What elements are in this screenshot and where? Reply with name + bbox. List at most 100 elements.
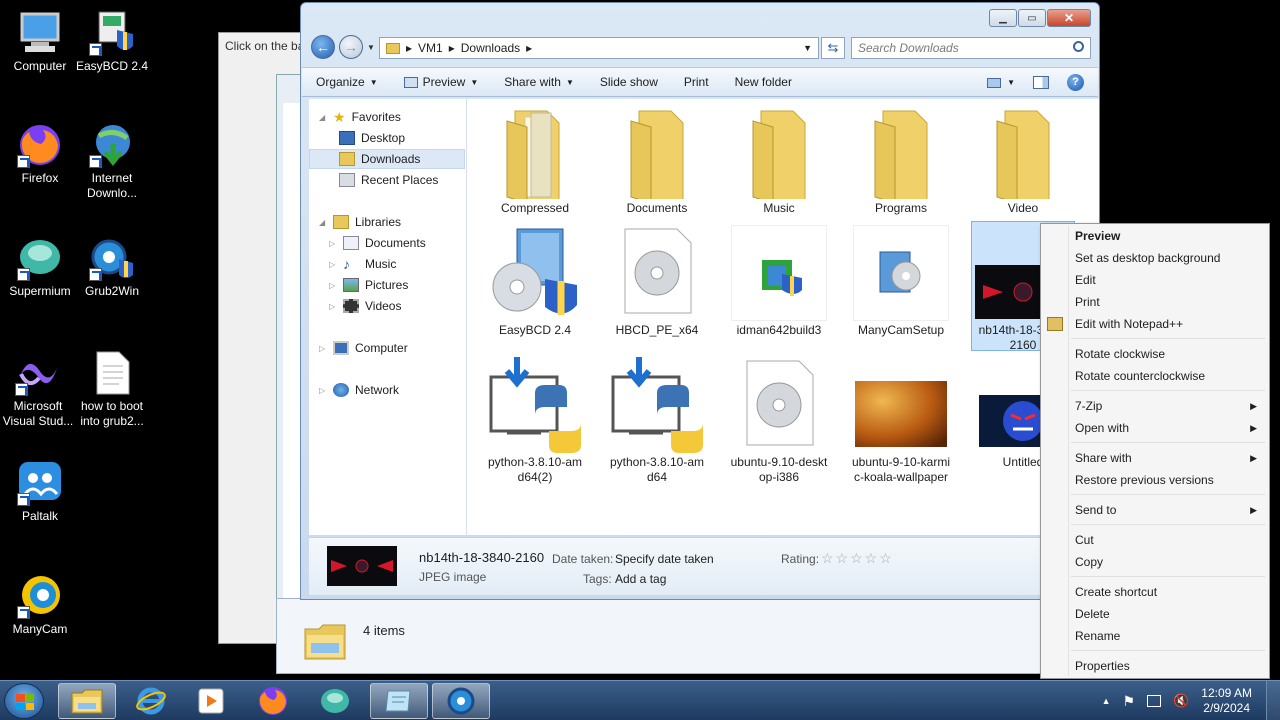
address-bar[interactable]: ▸ VM1 ▸ Downloads ▸ ▼ bbox=[379, 37, 819, 59]
nav-videos[interactable]: ▷ Videos bbox=[309, 296, 465, 316]
expand-icon[interactable]: ▷ bbox=[329, 239, 337, 248]
breadcrumb-downloads[interactable]: Downloads bbox=[461, 41, 520, 55]
address-dropdown-icon[interactable]: ▼ bbox=[803, 43, 812, 53]
expand-icon[interactable]: ▷ bbox=[319, 344, 327, 353]
maximize-button[interactable]: ▭ bbox=[1018, 9, 1046, 27]
network-icon[interactable] bbox=[1147, 695, 1162, 707]
expand-icon[interactable]: ▷ bbox=[329, 281, 337, 290]
collapse-icon[interactable]: ◢ bbox=[319, 218, 327, 227]
action-center-flag-icon[interactable]: ⚑ bbox=[1123, 693, 1136, 710]
breadcrumb-vm1[interactable]: VM1 bbox=[418, 41, 443, 55]
menu-item-rotate-counterclockwise[interactable]: Rotate counterclockwise bbox=[1043, 365, 1267, 387]
taskbar-internet-explorer[interactable] bbox=[122, 683, 180, 719]
preview-button[interactable]: Preview ▼ bbox=[403, 75, 478, 89]
help-icon[interactable]: ? bbox=[1067, 74, 1084, 91]
menu-item-cut[interactable]: Cut bbox=[1043, 529, 1267, 551]
show-desktop-button[interactable] bbox=[1266, 681, 1280, 720]
menu-item-edit[interactable]: Edit bbox=[1043, 269, 1267, 291]
new-folder-button[interactable]: New folder bbox=[735, 75, 792, 89]
rating-stars[interactable]: ☆☆☆☆☆ bbox=[821, 550, 894, 567]
change-view-button[interactable]: ▼ bbox=[987, 77, 1015, 88]
desktop-icon-easybcd[interactable]: EasyBCD 2.4 bbox=[72, 10, 152, 74]
tags-value[interactable]: Add a tag bbox=[615, 572, 666, 586]
clock[interactable]: 12:09 AM 2/9/2024 bbox=[1201, 686, 1252, 716]
taskbar-firefox[interactable] bbox=[244, 683, 302, 719]
menu-item-properties[interactable]: Properties bbox=[1043, 655, 1267, 677]
explorer-window[interactable]: ▁ ▭ ✕ ← → ▼ ▸ VM1 ▸ Downloads ▸ ▼ ⇆ Sear… bbox=[300, 2, 1100, 600]
preview-pane-button[interactable] bbox=[1033, 76, 1049, 89]
expand-icon[interactable]: ▷ bbox=[329, 260, 337, 269]
menu-item-7zip[interactable]: 7-Zip ▶ bbox=[1043, 395, 1267, 417]
show-hidden-icons-button[interactable]: ▲ bbox=[1102, 696, 1111, 706]
taskbar-notepad[interactable] bbox=[370, 683, 428, 719]
file-item-video[interactable]: Video bbox=[973, 103, 1073, 216]
organize-button[interactable]: Organize ▼ bbox=[316, 75, 378, 89]
file-item-python-2[interactable]: python-3.8.10-amd64(2) bbox=[485, 357, 585, 485]
minimize-button[interactable]: ▁ bbox=[989, 9, 1017, 27]
volume-muted-icon[interactable]: 🔇 bbox=[1173, 693, 1189, 709]
file-item-idman[interactable]: idman642build3 bbox=[729, 225, 829, 338]
desktop-icon-firefox[interactable]: Firefox bbox=[0, 122, 80, 186]
menu-item-rotate-clockwise[interactable]: Rotate clockwise bbox=[1043, 343, 1267, 365]
menu-item-delete[interactable]: Delete bbox=[1043, 603, 1267, 625]
menu-item-open-with[interactable]: Open with ▶ bbox=[1043, 417, 1267, 439]
taskbar-supermium[interactable] bbox=[306, 683, 364, 719]
file-item-ubuntu-wallpaper[interactable]: ubuntu-9-10-karmic-koala-wallpaper bbox=[851, 357, 951, 485]
desktop-icon-visual-studio[interactable]: Microsoft Visual Stud... bbox=[0, 350, 80, 429]
nav-music[interactable]: ▷ ♪ Music bbox=[309, 254, 465, 274]
desktop-icon-supermium[interactable]: Supermium bbox=[0, 235, 80, 299]
date-taken-value[interactable]: Specify date taken bbox=[615, 552, 714, 566]
file-item-python[interactable]: python-3.8.10-amd64 bbox=[607, 357, 707, 485]
desktop-icon-text-file[interactable]: how to boot into grub2... bbox=[72, 350, 152, 429]
close-button[interactable]: ✕ bbox=[1047, 9, 1091, 27]
nav-pictures[interactable]: ▷ Pictures bbox=[309, 275, 465, 295]
file-item-manycam-setup[interactable]: ManyCamSetup bbox=[851, 225, 951, 338]
file-item-easybcd[interactable]: EasyBCD 2.4 bbox=[485, 225, 585, 338]
menu-item-edit-with-notepad[interactable]: Edit with Notepad++ bbox=[1043, 313, 1267, 335]
taskbar-media-player[interactable] bbox=[182, 683, 240, 719]
menu-item-share-with[interactable]: Share with ▶ bbox=[1043, 447, 1267, 469]
nav-network[interactable]: ▷ Network bbox=[309, 380, 465, 400]
menu-item-send-to[interactable]: Send to ▶ bbox=[1043, 499, 1267, 521]
desktop-icon-grub2win[interactable]: Grub2Win bbox=[72, 235, 152, 299]
file-item-programs[interactable]: Programs bbox=[851, 103, 951, 216]
nav-libraries[interactable]: ◢ Libraries bbox=[309, 212, 465, 232]
taskbar-grub2win[interactable] bbox=[432, 683, 490, 719]
menu-item-copy[interactable]: Copy bbox=[1043, 551, 1267, 573]
expand-icon[interactable]: ▷ bbox=[329, 302, 337, 311]
nav-documents[interactable]: ▷ Documents bbox=[309, 233, 465, 253]
print-button[interactable]: Print bbox=[684, 75, 709, 89]
menu-item-create-shortcut[interactable]: Create shortcut bbox=[1043, 581, 1267, 603]
expand-icon[interactable]: ▷ bbox=[319, 386, 327, 395]
menu-item-restore-previous-versions[interactable]: Restore previous versions bbox=[1043, 469, 1267, 491]
nav-downloads[interactable]: Downloads bbox=[309, 149, 465, 169]
search-icon[interactable] bbox=[1073, 41, 1084, 52]
menu-item-print[interactable]: Print bbox=[1043, 291, 1267, 313]
desktop-icon-idm[interactable]: Internet Downlo... bbox=[72, 122, 152, 201]
file-item-hbcd[interactable]: HBCD_PE_x64 bbox=[607, 225, 707, 338]
menu-item-set-desktop-background[interactable]: Set as desktop background bbox=[1043, 247, 1267, 269]
desktop-icon-manycam[interactable]: ManyCam bbox=[0, 573, 80, 637]
nav-computer[interactable]: ▷ Computer bbox=[309, 338, 465, 358]
nav-recent-places[interactable]: Recent Places bbox=[309, 170, 465, 190]
share-with-button[interactable]: Share with ▼ bbox=[504, 75, 574, 89]
desktop-icon-computer[interactable]: Computer bbox=[0, 10, 80, 74]
file-item-ubuntu-iso[interactable]: ubuntu-9.10-desktop-i386 bbox=[729, 357, 829, 485]
file-item-music[interactable]: Music bbox=[729, 103, 829, 216]
desktop-icon-paltalk[interactable]: Paltalk bbox=[0, 460, 80, 524]
search-input[interactable]: Search Downloads bbox=[851, 37, 1091, 59]
nav-desktop[interactable]: Desktop bbox=[309, 128, 465, 148]
recent-pages-dropdown[interactable]: ▼ bbox=[367, 43, 375, 52]
file-item-compressed[interactable]: Compressed bbox=[485, 103, 585, 216]
file-item-documents[interactable]: Documents bbox=[607, 103, 707, 216]
menu-item-preview[interactable]: Preview bbox=[1043, 225, 1267, 247]
taskbar-explorer[interactable] bbox=[58, 683, 116, 719]
refresh-button[interactable]: ⇆ bbox=[821, 37, 845, 59]
file-list[interactable]: Compressed Documents Music Programs Vide… bbox=[467, 99, 1099, 535]
start-button[interactable] bbox=[4, 683, 44, 719]
nav-favorites[interactable]: ◢ ★ Favorites bbox=[309, 107, 465, 127]
back-button[interactable]: ← bbox=[311, 35, 335, 59]
slide-show-button[interactable]: Slide show bbox=[600, 75, 658, 89]
collapse-icon[interactable]: ◢ bbox=[319, 113, 327, 122]
menu-item-rename[interactable]: Rename bbox=[1043, 625, 1267, 647]
